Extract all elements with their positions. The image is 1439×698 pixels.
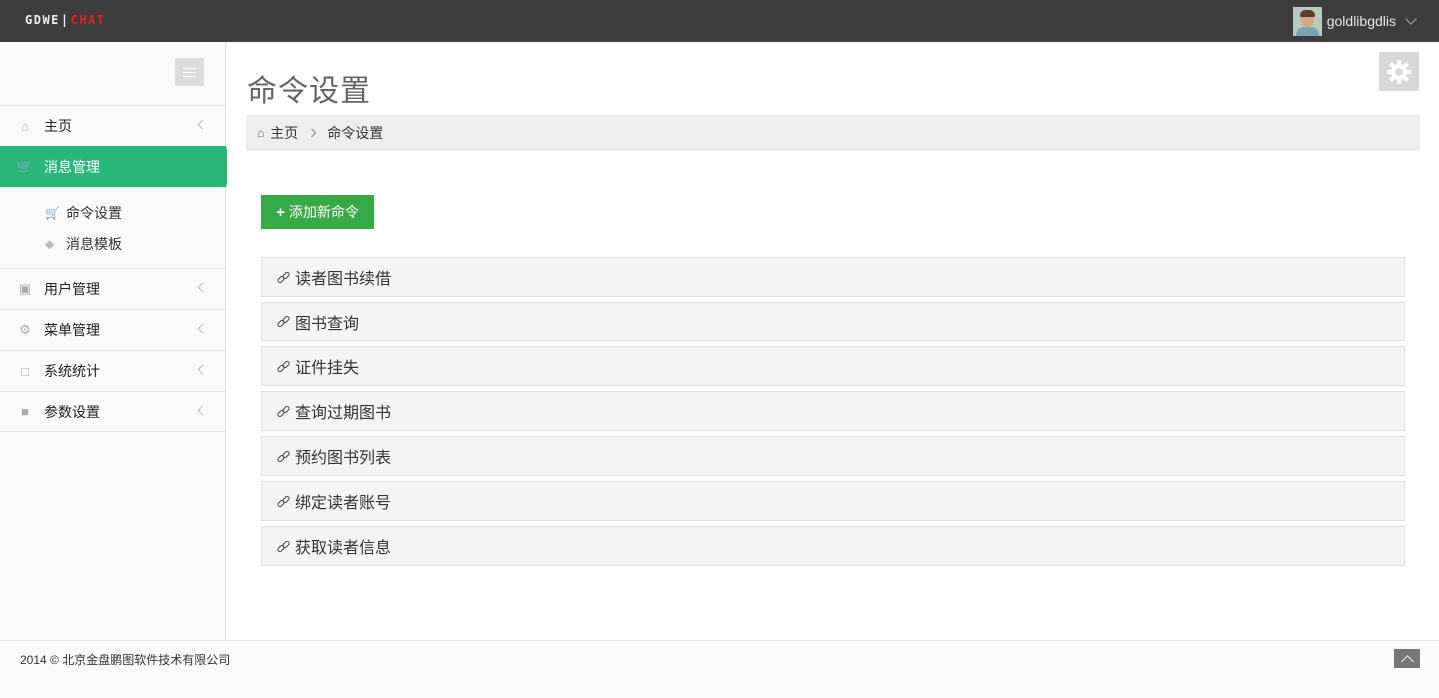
home-icon: ⌂ (257, 126, 265, 140)
footer: 2014 © 北京金盘鹏图软件技术有限公司 (0, 640, 1439, 698)
user-menu[interactable]: goldlibgdlis (1292, 6, 1417, 36)
logo-separator: | (60, 13, 70, 27)
scroll-to-top-button[interactable] (1394, 649, 1420, 668)
add-command-button[interactable]: + 添加新命令 (261, 195, 374, 229)
link-icon (276, 270, 291, 284)
sidebar-item-home[interactable]: ⌂ 主页 (0, 105, 226, 146)
sidebar-item-parameter-settings[interactable]: ■ 参数设置 (0, 391, 226, 432)
submenu-item-command-settings[interactable]: 🛒 命令设置 (0, 197, 226, 228)
chevron-left-icon (197, 364, 208, 375)
chevron-right-icon (308, 128, 317, 138)
breadcrumb-current: 命令设置 (327, 125, 384, 141)
top-navbar: GDWE|CHAT goldlibgdlis (0, 0, 1439, 42)
page-title: 命令设置 (247, 75, 371, 108)
sidebar-toggle-button[interactable] (175, 58, 204, 86)
command-label: 获取读者信息 (295, 540, 392, 557)
chevron-up-icon (1400, 654, 1414, 668)
command-item[interactable]: 证件挂失 (261, 346, 1405, 386)
command-label: 图书查询 (295, 315, 360, 333)
logo-text-left: GDWE (25, 13, 60, 27)
breadcrumb: ⌂ 主页 命令设置 (246, 115, 1420, 151)
submenu-message-management: 🛒 命令设置 ◆ 消息模板 (0, 187, 226, 268)
command-label: 读者图书续借 (295, 271, 392, 288)
command-item[interactable]: 预约图书列表 (261, 436, 1405, 476)
bookmark-icon: □ (21, 363, 29, 379)
cart-icon: 🛒 (16, 159, 34, 174)
sidebar-item-label: 菜单管理 (44, 322, 100, 338)
chevron-down-icon (1405, 12, 1417, 25)
copyright-text: 2014 © 北京金盘鹏图软件技术有限公司 (20, 653, 231, 667)
link-icon (276, 494, 291, 508)
username: goldlibgdlis (1326, 13, 1396, 29)
theme-settings-button[interactable] (1379, 52, 1419, 91)
command-item[interactable]: 读者图书续借 (261, 257, 1405, 297)
link-icon (276, 404, 291, 418)
sidebar-nav: ⌂ 主页 🛒 消息管理 🛒 命令设置 ◆ 消息模板 ▣ 用户管理 ⚙ 菜单管理 … (0, 105, 232, 432)
sidebar-item-label: 消息管理 (44, 159, 100, 175)
sidebar: ⌂ 主页 🛒 消息管理 🛒 命令设置 ◆ 消息模板 ▣ 用户管理 ⚙ 菜单管理 … (0, 42, 232, 640)
main-content: 命令设置 ⌂ 主页 命令设置 + 添加新命令 读者图书续借 图书查询 证件挂失 (227, 42, 1439, 640)
command-label: 绑定读者账号 (295, 495, 392, 512)
command-label: 证件挂失 (295, 360, 360, 377)
link-icon (276, 539, 291, 553)
gift-icon: ▣ (18, 281, 32, 296)
gear-icon (1387, 59, 1411, 84)
sidebar-item-label: 主页 (44, 118, 72, 134)
chevron-left-icon (197, 282, 208, 293)
avatar (1292, 6, 1322, 36)
breadcrumb-home-link[interactable]: 主页 (270, 123, 298, 143)
submenu-item-message-templates[interactable]: ◆ 消息模板 (0, 228, 226, 259)
command-item[interactable]: 绑定读者账号 (261, 481, 1405, 521)
link-icon (276, 314, 291, 329)
add-command-label: 添加新命令 (288, 204, 359, 220)
gears-icon: ⚙ (19, 322, 31, 337)
command-item[interactable]: 获取读者信息 (261, 526, 1405, 566)
brand-logo[interactable]: GDWE|CHAT (25, 13, 106, 27)
command-label: 预约图书列表 (295, 450, 392, 467)
sidebar-item-system-stats[interactable]: □ 系统统计 (0, 350, 226, 391)
sidebar-item-label: 参数设置 (44, 403, 100, 420)
chevron-left-icon (197, 323, 208, 334)
command-item[interactable]: 查询过期图书 (261, 391, 1405, 431)
submenu-item-label: 命令设置 (66, 204, 122, 221)
command-item[interactable]: 图书查询 (261, 302, 1405, 341)
logo-text-right: CHAT (70, 13, 106, 27)
chevron-left-icon (197, 119, 208, 130)
sidebar-item-message-management[interactable]: 🛒 消息管理 (0, 146, 232, 187)
link-icon (276, 359, 291, 373)
command-list: 读者图书续借 图书查询 证件挂失 查询过期图书 预约图书列表 绑定读者账号 获取… (261, 257, 1405, 571)
plus-icon: + (276, 203, 285, 221)
submenu-item-label: 消息模板 (66, 235, 122, 252)
command-label: 查询过期图书 (295, 405, 392, 422)
cart-icon: 🛒 (45, 205, 60, 220)
link-icon (276, 449, 291, 463)
sidebar-item-label: 用户管理 (44, 281, 100, 297)
home-icon: ⌂ (21, 118, 29, 134)
puzzle-icon: ■ (21, 404, 29, 419)
sidebar-item-menu-management[interactable]: ⚙ 菜单管理 (0, 309, 226, 350)
sidebar-item-label: 系统统计 (44, 363, 100, 379)
tags-icon: ◆ (45, 236, 55, 251)
sidebar-item-user-management[interactable]: ▣ 用户管理 (0, 268, 226, 309)
chevron-left-icon (197, 405, 208, 416)
